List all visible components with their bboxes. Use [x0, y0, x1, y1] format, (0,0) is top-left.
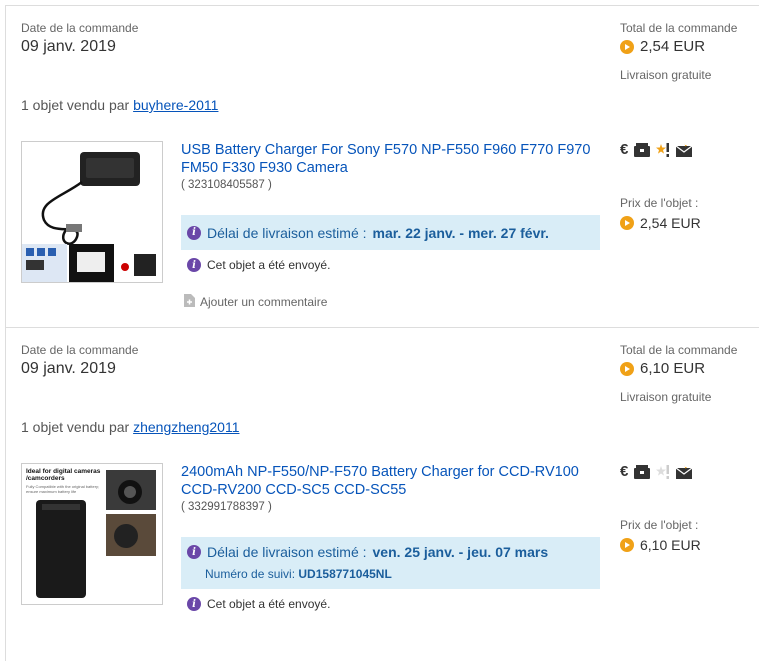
- shipped-text: Cet objet a été envoyé.: [207, 258, 331, 272]
- status-icons: €: [620, 463, 693, 480]
- order-total: 2,54 EUR: [620, 38, 705, 55]
- order-total: 6,10 EUR: [620, 360, 705, 377]
- item-thumbnail[interactable]: Ideal for digital cameras /camcorders Fu…: [21, 463, 163, 605]
- item-price-value: 6,10 EUR: [640, 537, 701, 553]
- order-total-label: Total de la commande: [620, 21, 738, 35]
- shipped-text: Cet objet a été envoyé.: [207, 597, 331, 611]
- info-icon: i: [187, 258, 201, 272]
- delivery-prefix: Délai de livraison estimé :: [207, 224, 367, 241]
- order-total-value: 2,54 EUR: [640, 38, 706, 55]
- info-icon: i: [187, 545, 201, 559]
- paid-euro-icon: €: [620, 141, 629, 158]
- order-card: Date de la commande 09 janv. 2019 Total …: [6, 6, 759, 326]
- order-date: 09 janv. 2019: [21, 360, 116, 377]
- delivery-dates: ven. 25 janv. - jeu. 07 mars: [372, 544, 549, 560]
- order-date: 09 janv. 2019: [21, 38, 116, 55]
- feedback-star-icon: [656, 142, 670, 158]
- add-comment-link[interactable]: Ajouter un commentaire: [184, 294, 327, 310]
- item-price-value: 2,54 EUR: [640, 215, 701, 231]
- delivery-dates: mar. 22 janv. - mer. 27 févr.: [372, 224, 549, 241]
- ebay-coin-icon: [620, 538, 634, 552]
- seller-link[interactable]: buyhere-2011: [133, 97, 218, 113]
- info-icon: i: [187, 225, 201, 240]
- item-price-label: Prix de l'objet :: [620, 518, 699, 532]
- seller-line: 1 objet vendu par buyhere-2011: [21, 97, 218, 113]
- order-total-value: 6,10 EUR: [640, 360, 706, 377]
- info-icon: i: [187, 597, 201, 611]
- order-date-label: Date de la commande: [21, 343, 139, 357]
- tracking-line: Numéro de suivi: UD158771045NL: [181, 567, 600, 581]
- tracking-label: Numéro de suivi:: [205, 567, 296, 581]
- tracking-number[interactable]: UD158771045NL: [298, 567, 391, 581]
- order-date-label: Date de la commande: [21, 21, 139, 35]
- shipped-status: i Cet objet a été envoyé.: [187, 258, 330, 272]
- item-thumbnail[interactable]: [21, 141, 163, 283]
- envelope-icon: [676, 142, 693, 157]
- ebay-coin-icon: [620, 216, 634, 230]
- add-comment-text: Ajouter un commentaire: [200, 295, 328, 309]
- item-price: 6,10 EUR: [620, 537, 701, 553]
- delivery-estimate-box: i Délai de livraison estimé : mar. 22 ja…: [181, 215, 600, 250]
- order-total-label: Total de la commande: [620, 343, 738, 357]
- item-price: 2,54 EUR: [620, 215, 701, 231]
- shipping-label: Livraison gratuite: [620, 390, 712, 404]
- shipped-package-icon: [634, 142, 651, 157]
- feedback-star-icon: [656, 464, 670, 480]
- delivery-estimate-box: i Délai de livraison estimé : ven. 25 ja…: [181, 537, 600, 589]
- seller-line: 1 objet vendu par zhengzheng2011: [21, 419, 240, 435]
- seller-link[interactable]: zhengzheng2011: [133, 419, 239, 435]
- shipped-package-icon: [634, 464, 651, 479]
- item-number: ( 332991788397 ): [181, 501, 272, 513]
- item-title-link[interactable]: USB Battery Charger For Sony F570 NP-F55…: [181, 141, 601, 177]
- ebay-coin-icon: [620, 361, 634, 376]
- item-price-label: Prix de l'objet :: [620, 196, 699, 210]
- order-card: Date de la commande 09 janv. 2019 Total …: [6, 327, 759, 661]
- seller-prefix: 1 objet vendu par: [21, 419, 130, 435]
- shipped-status: i Cet objet a été envoyé.: [187, 597, 330, 611]
- status-icons: €: [620, 141, 693, 158]
- paid-euro-icon: €: [620, 463, 629, 480]
- item-number: ( 323108405587 ): [181, 179, 272, 191]
- ebay-coin-icon: [620, 39, 634, 54]
- item-title-link[interactable]: 2400mAh NP-F550/NP-F570 Battery Charger …: [181, 463, 601, 499]
- add-comment-icon: [184, 294, 195, 310]
- seller-prefix: 1 objet vendu par: [21, 97, 130, 113]
- shipping-label: Livraison gratuite: [620, 68, 712, 82]
- delivery-prefix: Délai de livraison estimé :: [207, 544, 367, 560]
- envelope-icon: [676, 464, 693, 479]
